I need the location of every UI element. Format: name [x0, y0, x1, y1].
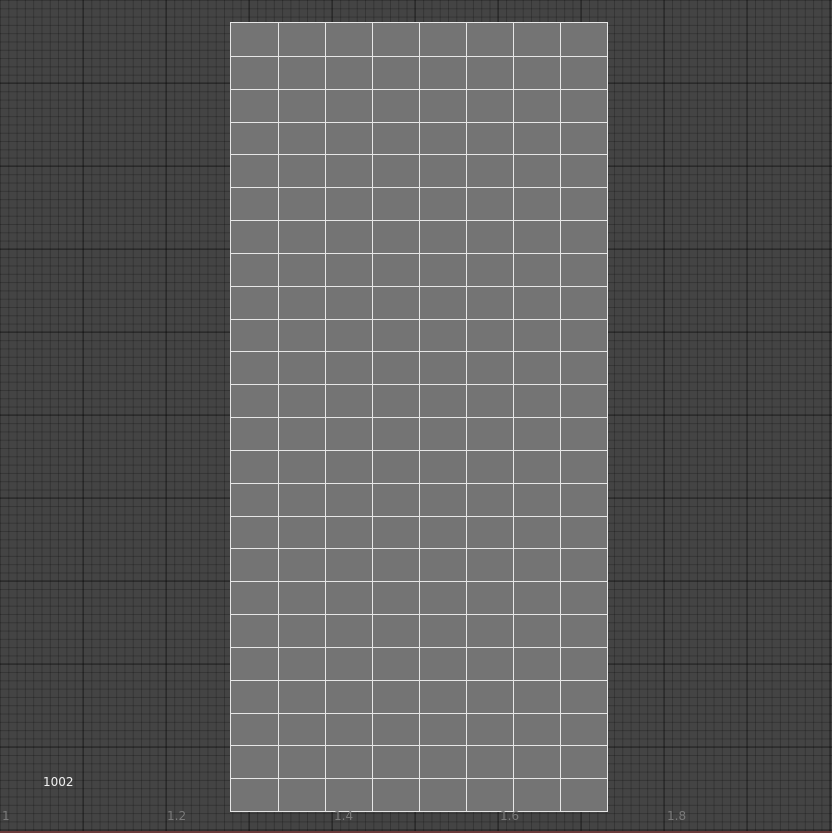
u-tick-label: 1.8 [667, 809, 687, 823]
udim-tile-label: 1002 [43, 775, 74, 789]
u-tick-label: 1.2 [167, 809, 187, 823]
uv-shell-wireframe [231, 23, 607, 811]
u-tick-label: 1 [2, 809, 10, 823]
uv-editor-viewport[interactable]: 1002 1 1.2 1.4 1.6 1.8 [0, 0, 832, 833]
u-tick-label: 1.6 [500, 809, 520, 823]
u-tick-label: 1.4 [334, 809, 354, 823]
uv-shell[interactable] [230, 22, 608, 812]
